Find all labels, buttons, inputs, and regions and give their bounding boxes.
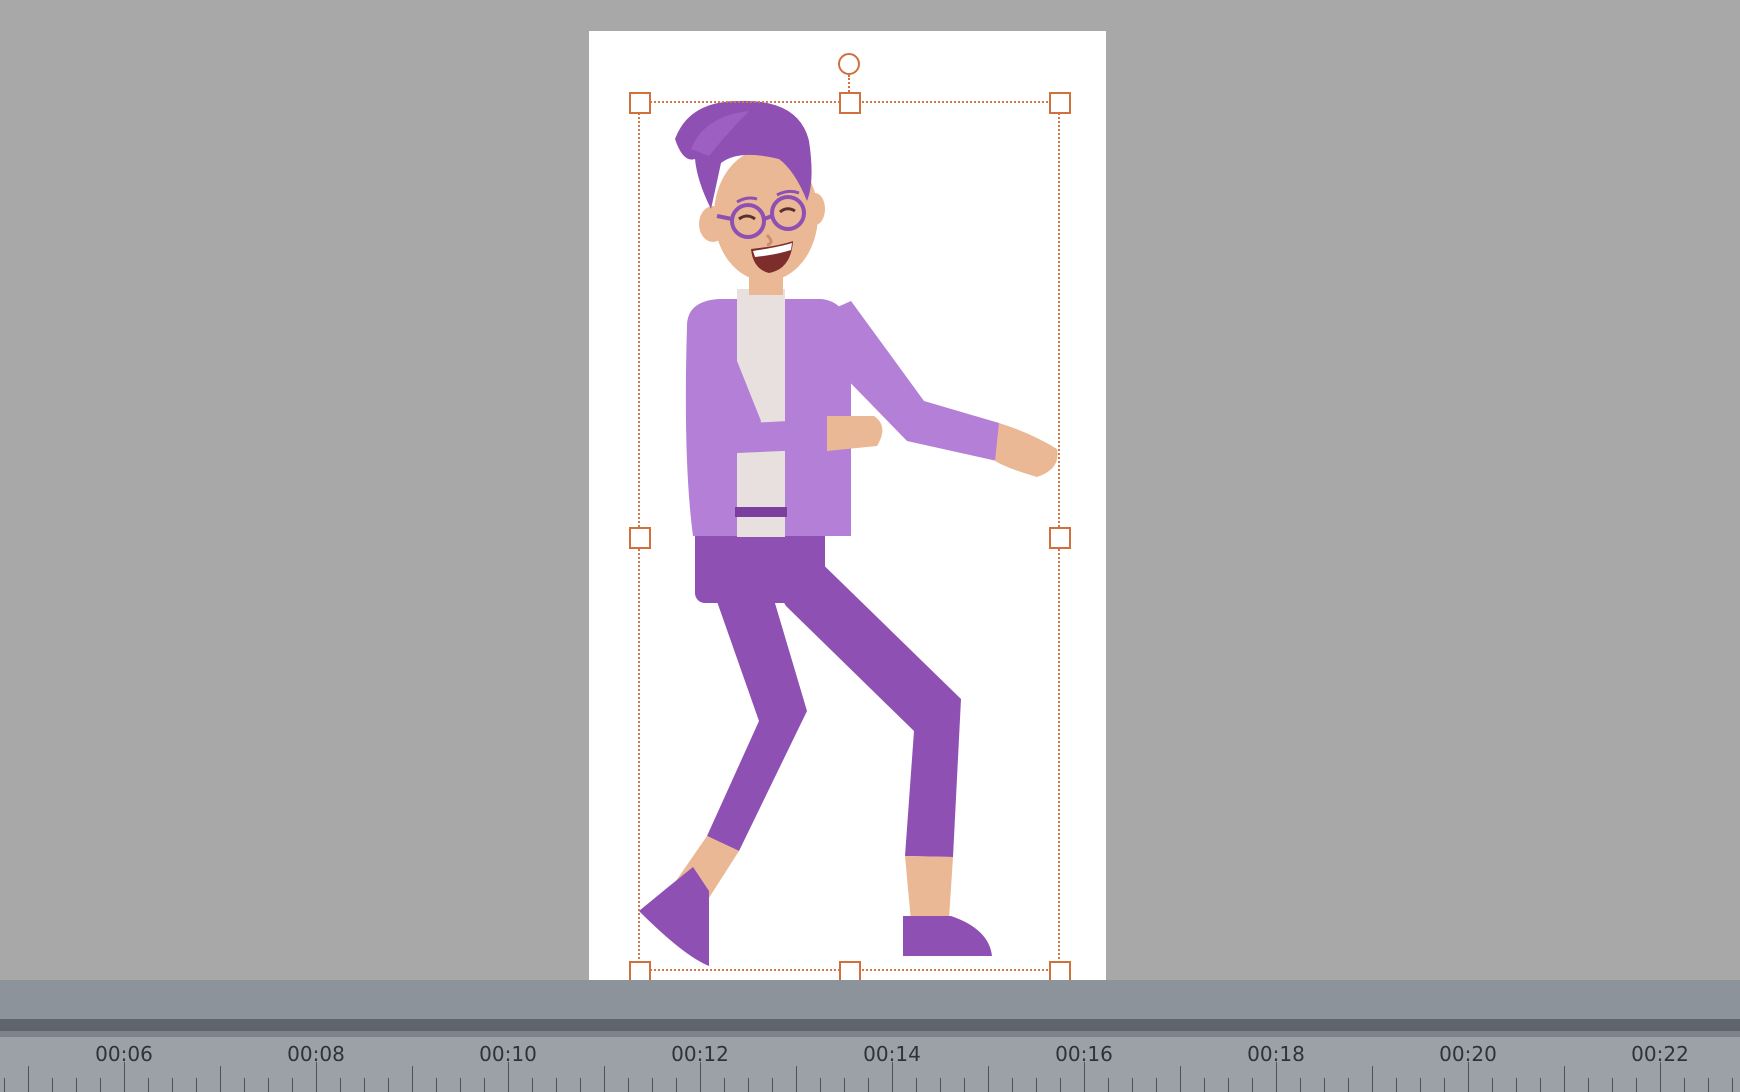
ruler-tick <box>244 1078 245 1092</box>
ruler-tick <box>292 1078 293 1092</box>
ruler-tick <box>1588 1078 1589 1092</box>
ruler-tick <box>1036 1078 1037 1092</box>
ruler-tick <box>1156 1078 1157 1092</box>
ruler-tick <box>1732 1078 1733 1092</box>
ruler-tick <box>316 1062 317 1092</box>
timeline-scrubber-bar[interactable] <box>0 1019 1740 1031</box>
ruler-tick <box>52 1078 53 1092</box>
ruler-tick <box>1324 1078 1325 1092</box>
ruler-tick <box>580 1078 581 1092</box>
time-label: 00:20 <box>1439 1042 1497 1066</box>
ruler-tick <box>1396 1078 1397 1092</box>
ruler-tick <box>508 1062 509 1092</box>
ruler-tick <box>1540 1078 1541 1092</box>
ruler-tick <box>1300 1078 1301 1092</box>
ruler-tick <box>772 1078 773 1092</box>
ruler-tick <box>1708 1078 1709 1092</box>
ruler-tick <box>460 1078 461 1092</box>
time-label: 00:18 <box>1247 1042 1305 1066</box>
ruler-tick <box>76 1078 77 1092</box>
time-label: 00:16 <box>1055 1042 1113 1066</box>
time-label: 00:22 <box>1631 1042 1689 1066</box>
ruler-tick <box>964 1078 965 1092</box>
ruler-tick <box>1228 1078 1229 1092</box>
ruler-tick <box>748 1078 749 1092</box>
ruler-tick <box>940 1078 941 1092</box>
ruler-tick <box>1372 1066 1373 1092</box>
time-label: 00:06 <box>95 1042 153 1066</box>
ruler-tick <box>436 1078 437 1092</box>
ruler-tick <box>796 1066 797 1092</box>
ruler-tick <box>1636 1078 1637 1092</box>
ruler-tick <box>532 1078 533 1092</box>
ruler-tick <box>196 1078 197 1092</box>
ruler-tick <box>1444 1078 1445 1092</box>
ruler-tick <box>1660 1062 1661 1092</box>
ruler-tick <box>652 1078 653 1092</box>
time-label: 00:10 <box>479 1042 537 1066</box>
ruler-tick <box>700 1062 701 1092</box>
rotate-handle-icon[interactable] <box>838 53 860 75</box>
ruler-tick <box>1084 1062 1085 1092</box>
ruler-tick <box>412 1066 413 1092</box>
ruler-tick <box>124 1062 125 1092</box>
time-label: 00:14 <box>863 1042 921 1066</box>
ruler-tick <box>1612 1078 1613 1092</box>
ruler-tick <box>628 1078 629 1092</box>
ruler-tick <box>1180 1066 1181 1092</box>
ruler-tick <box>1108 1078 1109 1092</box>
ruler-tick <box>364 1078 365 1092</box>
ruler-tick <box>1468 1062 1469 1092</box>
ruler-tick <box>604 1066 605 1092</box>
ruler-tick <box>4 1078 5 1092</box>
ruler-tick <box>820 1078 821 1092</box>
resize-handle-top-right[interactable] <box>1049 92 1071 114</box>
ruler-tick <box>676 1078 677 1092</box>
ruler-tick <box>724 1078 725 1092</box>
timeline-panel: 00:06 00:08 00:10 00:12 00:14 00:16 00:1… <box>0 980 1740 1092</box>
ruler-tick <box>1012 1078 1013 1092</box>
editor-workspace <box>0 0 1740 983</box>
ruler-tick <box>892 1062 893 1092</box>
ruler-tick <box>556 1078 557 1092</box>
resize-handle-top[interactable] <box>839 92 861 114</box>
ruler-tick <box>1252 1078 1253 1092</box>
ruler-tick <box>988 1066 989 1092</box>
time-label: 00:12 <box>671 1042 729 1066</box>
ruler-tick <box>1684 1078 1685 1092</box>
ruler-tick <box>1420 1078 1421 1092</box>
resize-handle-top-left[interactable] <box>629 92 651 114</box>
ruler-tick <box>100 1078 101 1092</box>
ruler-tick <box>1204 1078 1205 1092</box>
resize-handle-right[interactable] <box>1049 527 1071 549</box>
ruler-tick <box>484 1078 485 1092</box>
ruler-tick <box>916 1078 917 1092</box>
time-label: 00:08 <box>287 1042 345 1066</box>
ruler-tick <box>268 1078 269 1092</box>
ruler-tick <box>868 1078 869 1092</box>
ruler-tick <box>172 1078 173 1092</box>
selection-box[interactable] <box>638 101 1060 971</box>
ruler-tick <box>28 1066 29 1092</box>
ruler-tick <box>844 1078 845 1092</box>
ruler-tick <box>1132 1078 1133 1092</box>
ruler-tick <box>148 1078 149 1092</box>
ruler-tick <box>1492 1078 1493 1092</box>
ruler-tick <box>340 1078 341 1092</box>
ruler-tick <box>1060 1078 1061 1092</box>
ruler-tick <box>220 1066 221 1092</box>
ruler-tick <box>1348 1078 1349 1092</box>
resize-handle-left[interactable] <box>629 527 651 549</box>
ruler-tick <box>388 1078 389 1092</box>
ruler-tick <box>1564 1066 1565 1092</box>
ruler-tick <box>1516 1078 1517 1092</box>
timeline-track-area[interactable] <box>0 980 1740 1019</box>
ruler-tick <box>1276 1062 1277 1092</box>
